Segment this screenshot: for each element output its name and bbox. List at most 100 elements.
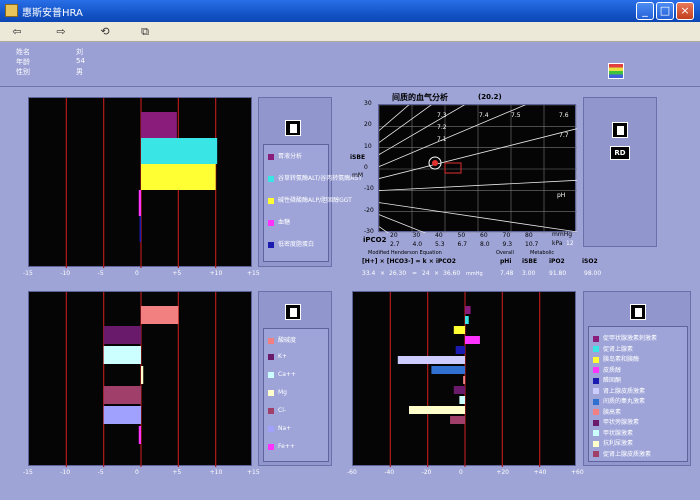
equation-title: Modified Henderson Equation	[368, 250, 442, 256]
x-tick-mmhg: 80	[525, 232, 533, 239]
refresh-icon[interactable]: ⟲	[96, 24, 114, 40]
arrow-right-icon[interactable]: ⇨	[52, 24, 70, 40]
kpa-extra-tick: 12	[566, 240, 574, 247]
kpa-unit-label: kPa	[552, 240, 563, 247]
y-tick-label: 20	[364, 121, 372, 129]
ipo2-header: iPO2	[549, 258, 565, 265]
y-tick-label: 30	[364, 100, 372, 107]
bar-2	[453, 326, 465, 334]
bar-4	[139, 216, 142, 242]
legend-item: Mg	[268, 389, 287, 396]
top-left-legend: 胃液分析 谷草转氨酶ALT/谷丙转氨酶AST 碱性磷酸酶ALP/胆固醇GGT 血糖 低密…	[263, 144, 362, 262]
legend-label: 醛固酮	[603, 377, 622, 384]
hco3-value: 26.30	[389, 270, 407, 277]
legend-swatch	[268, 353, 274, 360]
top-left-chart	[65, 98, 218, 268]
bottom-left-legend: 酸碱度 K+ Ca++ Mg Cl- Na+ Fe++	[263, 328, 329, 462]
legend-label: 血糖	[278, 219, 291, 226]
x-tick-mmhg: 30	[412, 232, 421, 239]
patient-marker-dot	[432, 160, 438, 166]
bottom-left-legend-panel: 酸碱度 K+ Ca++ Mg Cl- Na+ Fe++	[258, 291, 332, 466]
x-tick-label: -10	[60, 270, 71, 277]
times-sign: ×	[380, 270, 386, 277]
ph-label: 7.5	[511, 112, 521, 119]
legend-label: 酸碱度	[278, 337, 297, 344]
top-left-legend-panel: 胃液分析 谷草转氨酶ALT/谷丙转氨酶AST 碱性磷酸酶ALP/胆固醇GGT 血糖 低密…	[258, 97, 362, 267]
x-tick-kpa: 2.7	[390, 241, 400, 248]
x-tick-kpa: 9.3	[502, 241, 513, 248]
sex-value: 男	[76, 68, 83, 76]
legend-label: 甲状腺激素	[603, 429, 634, 437]
ph-label: 7.2	[437, 124, 447, 131]
rd-button[interactable]: RD	[610, 146, 630, 160]
age-value: 54	[76, 57, 85, 65]
x-tick-label: -40	[384, 469, 395, 476]
copy-icon[interactable]: ⧉	[136, 24, 154, 40]
y-tick-label: -10	[364, 185, 374, 193]
legend-swatch	[268, 197, 274, 204]
x-tick-mmhg: 60	[480, 232, 488, 239]
legend-swatch	[268, 153, 274, 160]
bar-6	[431, 366, 465, 374]
bar-0	[465, 306, 471, 314]
color-scale-icon[interactable]	[608, 63, 624, 79]
ph-axis-label: pH	[557, 192, 565, 199]
legend-swatch	[593, 419, 599, 426]
x-tick-label: 0	[459, 469, 463, 476]
legend-item: 血糖	[268, 217, 290, 226]
document-icon-4[interactable]	[630, 304, 646, 320]
bar-5	[103, 406, 141, 424]
document-icon-2[interactable]	[612, 122, 628, 138]
bar-3	[141, 366, 144, 384]
legend-item: 甲状旁腺激素	[593, 417, 639, 426]
pco2-value: 36.60	[443, 270, 461, 277]
maximize-button[interactable]: □	[656, 2, 674, 20]
bottom-left-chart-area	[28, 291, 252, 467]
legend-label: 胃液分析	[278, 153, 303, 160]
legend-item: Ca++	[268, 371, 296, 378]
legend-item: 促肾上腺素	[593, 344, 633, 353]
bar-3	[465, 336, 480, 344]
legend-swatch	[593, 346, 599, 352]
legend-label: 碱性磷酸酶ALP/胆固醇GGT	[278, 197, 352, 204]
document-icon[interactable]	[285, 120, 301, 136]
x-tick-mmhg: 40	[435, 232, 443, 239]
close-button[interactable]: ×	[676, 2, 694, 20]
legend-item: Fe++	[268, 443, 295, 450]
bar-7	[463, 376, 465, 384]
legend-item: 胃液分析	[268, 151, 302, 160]
x-tick-kpa: 8.0	[480, 241, 490, 248]
name-label: 姓名	[16, 48, 30, 56]
arrow-left-icon[interactable]: ⇦	[8, 24, 26, 40]
legend-label: 皮质醇	[603, 366, 622, 374]
x-tick-label: -15	[23, 270, 33, 277]
legend-item: 抗利尿激素	[593, 438, 633, 447]
ph-value: 7.48	[500, 270, 514, 277]
iso2-value: 98.00	[584, 270, 602, 277]
legend-item: 胰高素	[593, 407, 621, 416]
ph-label: 7.7	[559, 132, 569, 139]
legend-item: Na+	[268, 425, 291, 432]
legend-label: 促甲状腺激素刺激素	[603, 335, 658, 342]
legend-swatch	[593, 398, 599, 405]
legend-item: 皮质醇	[593, 365, 621, 374]
minimize-button[interactable]: _	[636, 2, 654, 20]
metabolic-label: Metabolic	[530, 250, 555, 256]
bar-11	[450, 416, 465, 424]
phi-header: pHi	[500, 258, 512, 265]
k-value: 24	[422, 270, 430, 277]
h-value: 33.4	[362, 270, 376, 277]
legend-label: 抗利尿激素	[603, 440, 634, 447]
bar-8	[453, 386, 465, 394]
x-tick-label: 0	[135, 469, 139, 476]
bar-10	[409, 406, 465, 414]
toolbar: ⇦ ⇨ ⟲ ⧉	[0, 22, 700, 42]
legend-item: 间质的睾丸激素	[593, 396, 645, 405]
x-tick-label: +10	[209, 270, 223, 277]
bar-0	[141, 306, 179, 324]
legend-swatch	[593, 409, 599, 415]
legend-item: 谷草转氨酶ALT/谷丙转氨酶AST	[268, 173, 362, 182]
document-icon-3[interactable]	[285, 304, 301, 320]
isbe-unit-label: mM	[352, 172, 364, 179]
legend-item: 肾上腺皮质激素	[593, 386, 645, 395]
